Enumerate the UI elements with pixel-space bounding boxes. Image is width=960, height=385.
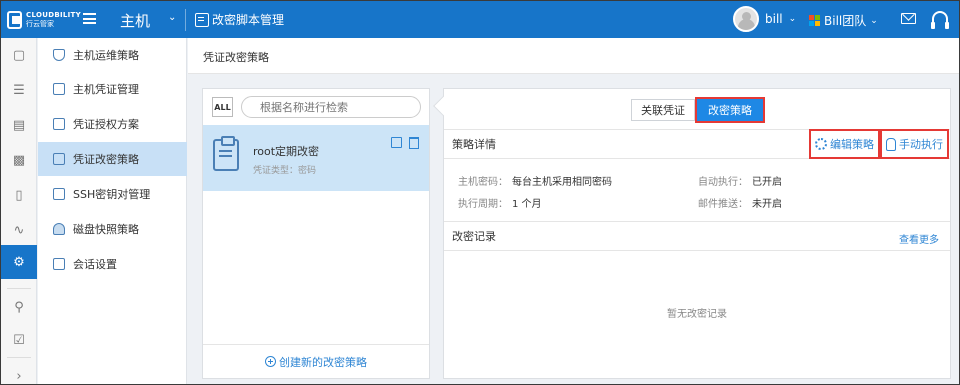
hamburger-menu-icon[interactable]	[83, 13, 96, 24]
host-password-field: 主机密码： 每台主机采用相同密码	[458, 177, 612, 188]
breadcrumb[interactable]: 改密脚本管理	[195, 11, 284, 28]
sidebar-item-label: 主机凭证管理	[73, 83, 139, 96]
tab-bar: 关联凭证 改密策略	[631, 97, 765, 123]
mail-push-field: 邮件推送： 未开启	[698, 199, 782, 210]
sidebar-item-host-ops-policy[interactable]: 主机运维策略	[38, 38, 187, 72]
security-icon[interactable]: ⚙	[1, 245, 37, 279]
hierarchy-icon[interactable]: ☰	[1, 73, 37, 107]
policy-subtitle: 凭证类型：密码	[253, 166, 317, 176]
window-icon	[53, 258, 65, 270]
clipboard-icon[interactable]: ▩	[1, 143, 37, 177]
chevron-right-icon[interactable]: ›	[1, 359, 37, 384]
clipboard-lock-icon	[213, 136, 239, 171]
trash-icon[interactable]	[409, 137, 419, 149]
sidebar-item-label: 凭证授权方案	[73, 118, 139, 131]
manual-run-label: 手动执行	[899, 138, 943, 151]
edit-policy-button[interactable]: 编辑策略	[809, 129, 880, 159]
search-input[interactable]	[241, 96, 421, 118]
sidebar-item-credential-auth[interactable]: 凭证授权方案	[38, 107, 187, 141]
shield-icon	[53, 49, 65, 61]
hand-pointer-icon	[886, 137, 896, 151]
sidebar-item-label: 磁盘快照策略	[73, 223, 139, 236]
edit-policy-label: 编辑策略	[830, 138, 874, 151]
page-title: 凭证改密策略	[188, 38, 959, 74]
edit-icon[interactable]	[391, 137, 402, 148]
sidebar-item-ssh-keypairs[interactable]: SSH密钥对管理	[38, 177, 187, 211]
records-section-header: 改密记录	[444, 221, 950, 251]
manual-run-button[interactable]: 手动执行	[880, 129, 949, 159]
mail-icon[interactable]	[901, 13, 916, 24]
headset-icon[interactable]	[931, 11, 949, 29]
details-title: 策略详情	[452, 138, 496, 151]
breadcrumb-label: 改密脚本管理	[212, 13, 285, 27]
chevron-down-icon[interactable]: ⌄	[168, 12, 176, 23]
user-name: bill	[765, 12, 783, 26]
tab-linked-credentials[interactable]: 关联凭证	[631, 99, 695, 121]
microsoft-logo-icon	[809, 15, 820, 26]
key-icon	[53, 153, 65, 165]
chevron-down-icon: ⌄	[870, 15, 878, 26]
exec-period-field: 执行周期： 1 个月	[458, 199, 542, 210]
app-window: CLOUDBILITY 行云管家 主机 ⌄ 改密脚本管理 bill ⌄ Bill…	[0, 0, 960, 385]
user-menu[interactable]: bill ⌄	[733, 6, 796, 32]
view-more-link[interactable]: 查看更多	[899, 231, 939, 246]
logo-mark-icon	[7, 11, 23, 29]
auto-exec-field: 自动执行： 已开启	[698, 177, 782, 188]
cloud-icon	[53, 223, 65, 235]
top-bar: CLOUDBILITY 行云管家 主机 ⌄ 改密脚本管理 bill ⌄ Bill…	[1, 1, 959, 38]
list-item[interactable]: root定期改密 凭证类型：密码	[203, 125, 429, 191]
sidebar-item-host-credentials[interactable]: 主机凭证管理	[38, 72, 187, 106]
logo-text-cn: 行云管家	[26, 20, 55, 28]
policy-detail-panel: 关联凭证 改密策略 策略详情 编辑策略 手动执行 主机密码： 每台主机采用相同密…	[433, 88, 951, 379]
logo[interactable]: CLOUDBILITY 行云管家	[7, 8, 81, 32]
policy-title: root定期改密	[253, 145, 320, 158]
sidebar-item-disk-snapshot[interactable]: 磁盘快照策略	[38, 212, 187, 246]
avatar	[733, 6, 759, 32]
plus-circle-icon	[265, 356, 276, 367]
inbox-icon[interactable]: ▤	[1, 108, 37, 142]
all-filter-button[interactable]: ALL	[212, 97, 233, 117]
sidebar-item-label: 会话设置	[73, 258, 117, 271]
check-icon[interactable]: ☑	[1, 323, 37, 357]
team-name: Bill团队	[824, 14, 867, 28]
create-policy-button[interactable]: 创建新的改密策略	[203, 344, 429, 378]
monitor-icon	[53, 83, 65, 95]
activity-icon[interactable]: ∿	[1, 213, 37, 247]
sidebar-item-label: 凭证改密策略	[73, 153, 139, 166]
certificate-icon	[53, 118, 65, 130]
sidebar: 主机运维策略 主机凭证管理 凭证授权方案 凭证改密策略 SSH密钥对管理 磁盘快…	[38, 38, 187, 384]
team-menu[interactable]: Bill团队 ⌄	[809, 12, 878, 29]
empty-records-text: 暂无改密记录	[667, 309, 727, 320]
sidebar-item-label: 主机运维策略	[73, 49, 139, 62]
keypair-icon	[53, 188, 65, 200]
script-edit-icon	[195, 12, 209, 27]
monitor-icon[interactable]: ▢	[1, 38, 37, 72]
policy-list-panel: ALL root定期改密 凭证类型：密码 创建新的改密策略	[202, 88, 430, 379]
badge-icon[interactable]: ▯	[1, 178, 37, 212]
divider	[185, 9, 186, 31]
module-selector[interactable]: 主机	[120, 10, 150, 31]
gear-icon	[815, 138, 827, 150]
records-title: 改密记录	[452, 230, 496, 243]
tab-change-policy[interactable]: 改密策略	[695, 97, 765, 123]
sidebar-item-password-change-policy[interactable]: 凭证改密策略	[38, 142, 187, 176]
search-icon[interactable]: ⚲	[1, 290, 37, 324]
pointer-arrow	[433, 96, 453, 116]
sidebar-item-label: SSH密钥对管理	[73, 188, 151, 201]
icon-rail: ▢ ☰ ▤ ▩ ▯ ∿ ⚙ ⚲ ☑ ›	[1, 38, 37, 384]
chevron-down-icon: ⌄	[788, 14, 797, 24]
create-policy-label: 创建新的改密策略	[279, 355, 367, 369]
logo-text-en: CLOUDBILITY	[26, 11, 81, 19]
sidebar-item-session-settings[interactable]: 会话设置	[38, 247, 187, 281]
